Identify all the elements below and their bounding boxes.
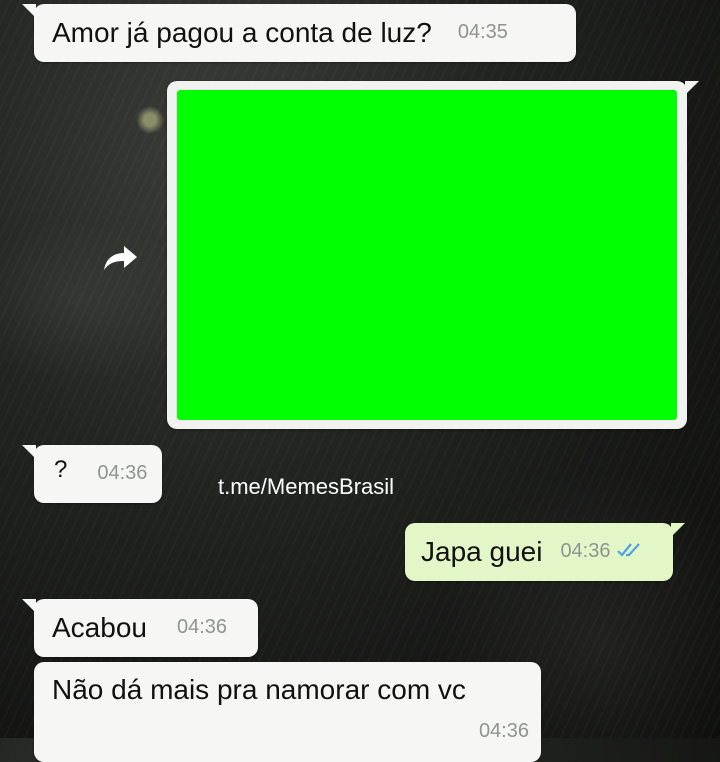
message-bubble-incoming[interactable]: Acabou 04:36 bbox=[22, 599, 258, 657]
message-time: 04:36 bbox=[176, 615, 228, 638]
bubble-tail bbox=[685, 81, 699, 95]
message-time: 04:36 bbox=[560, 539, 611, 562]
green-screen-image[interactable] bbox=[177, 90, 677, 420]
message-text: ? bbox=[54, 456, 68, 483]
message-time: 04:36 bbox=[97, 461, 148, 484]
message-bubble-incoming[interactable]: Amor já pagou a conta de luz? 04:35 bbox=[22, 4, 576, 62]
message-bubble-incoming[interactable]: ? 04:36 bbox=[22, 445, 162, 503]
bubble-tail bbox=[22, 445, 36, 459]
bubble-tail bbox=[22, 4, 36, 18]
message-time: 04:35 bbox=[457, 20, 508, 43]
message-text: Japa guei bbox=[421, 536, 543, 567]
bubble-tail bbox=[671, 523, 685, 537]
message-bubble-incoming[interactable]: Não dá mais pra namorar com vc 04:36 bbox=[34, 662, 541, 762]
message-text: Acabou bbox=[52, 612, 147, 643]
double-check-icon bbox=[616, 543, 640, 557]
forward-arrow-icon[interactable] bbox=[100, 242, 140, 274]
message-text: Não dá mais pra namorar com vc bbox=[52, 674, 466, 705]
watermark-text: t.me/MemesBrasil bbox=[218, 474, 395, 499]
message-bubble-outgoing[interactable]: Japa guei 04:36 bbox=[405, 523, 685, 581]
media-message-bubble[interactable] bbox=[167, 81, 699, 429]
message-text: Amor já pagou a conta de luz? bbox=[52, 17, 432, 48]
message-time: 04:36 bbox=[478, 720, 529, 742]
bubble-tail bbox=[22, 599, 36, 613]
